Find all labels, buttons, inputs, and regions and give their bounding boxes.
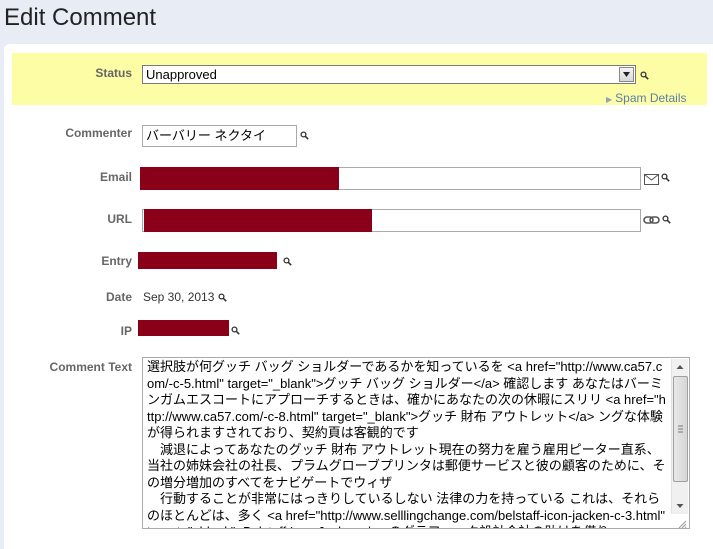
entry-label: Entry [101,254,132,268]
commenter-field[interactable]: バーバリー ネクタイ [142,125,297,147]
date-label: Date [105,290,132,304]
date-value: Sep 30, 2013 [143,290,215,304]
envelope-icon[interactable] [644,172,659,185]
search-icon[interactable] [218,293,227,302]
entry-redaction [138,252,277,269]
status-selected-value: Unapproved [146,67,217,82]
url-redaction [144,209,372,232]
comment-textarea[interactable]: 選択肢が何グッチ バッグ ショルダーであるかを知っているを <a href="h… [142,357,690,529]
ip-label: IP [120,324,132,338]
scroll-down-icon[interactable] [672,498,688,514]
url-label: URL [107,212,132,226]
comment-text-label: Comment Text [49,360,132,374]
search-icon[interactable] [661,173,670,182]
commenter-value: バーバリー ネクタイ [146,128,266,143]
status-label: Status [95,66,132,80]
scroll-up-icon[interactable] [672,359,688,375]
spam-details-label: Spam Details [615,91,687,105]
triangle-right-icon: ▶ [606,95,613,104]
comment-text-value: 選択肢が何グッチ バッグ ショルダーであるかを知っているを <a href="h… [147,359,666,528]
resize-grip-icon[interactable] [677,516,687,528]
search-icon[interactable] [300,131,309,140]
status-select[interactable]: Unapproved [142,65,636,84]
email-redaction [140,167,339,190]
email-label: Email [99,170,132,184]
scrollbar-thumb[interactable] [673,376,688,482]
search-icon[interactable] [662,215,671,224]
link-icon[interactable] [643,213,660,225]
chevron-down-icon[interactable] [619,67,634,82]
spam-details-link[interactable]: ▶ Spam Details [606,91,687,105]
search-icon[interactable] [283,257,292,266]
commenter-label: Commenter [65,126,132,140]
page-title: Edit Comment [4,4,157,31]
search-icon[interactable] [640,71,649,80]
ip-redaction [138,320,229,336]
vertical-scrollbar[interactable] [671,359,688,514]
search-icon[interactable] [231,326,240,335]
